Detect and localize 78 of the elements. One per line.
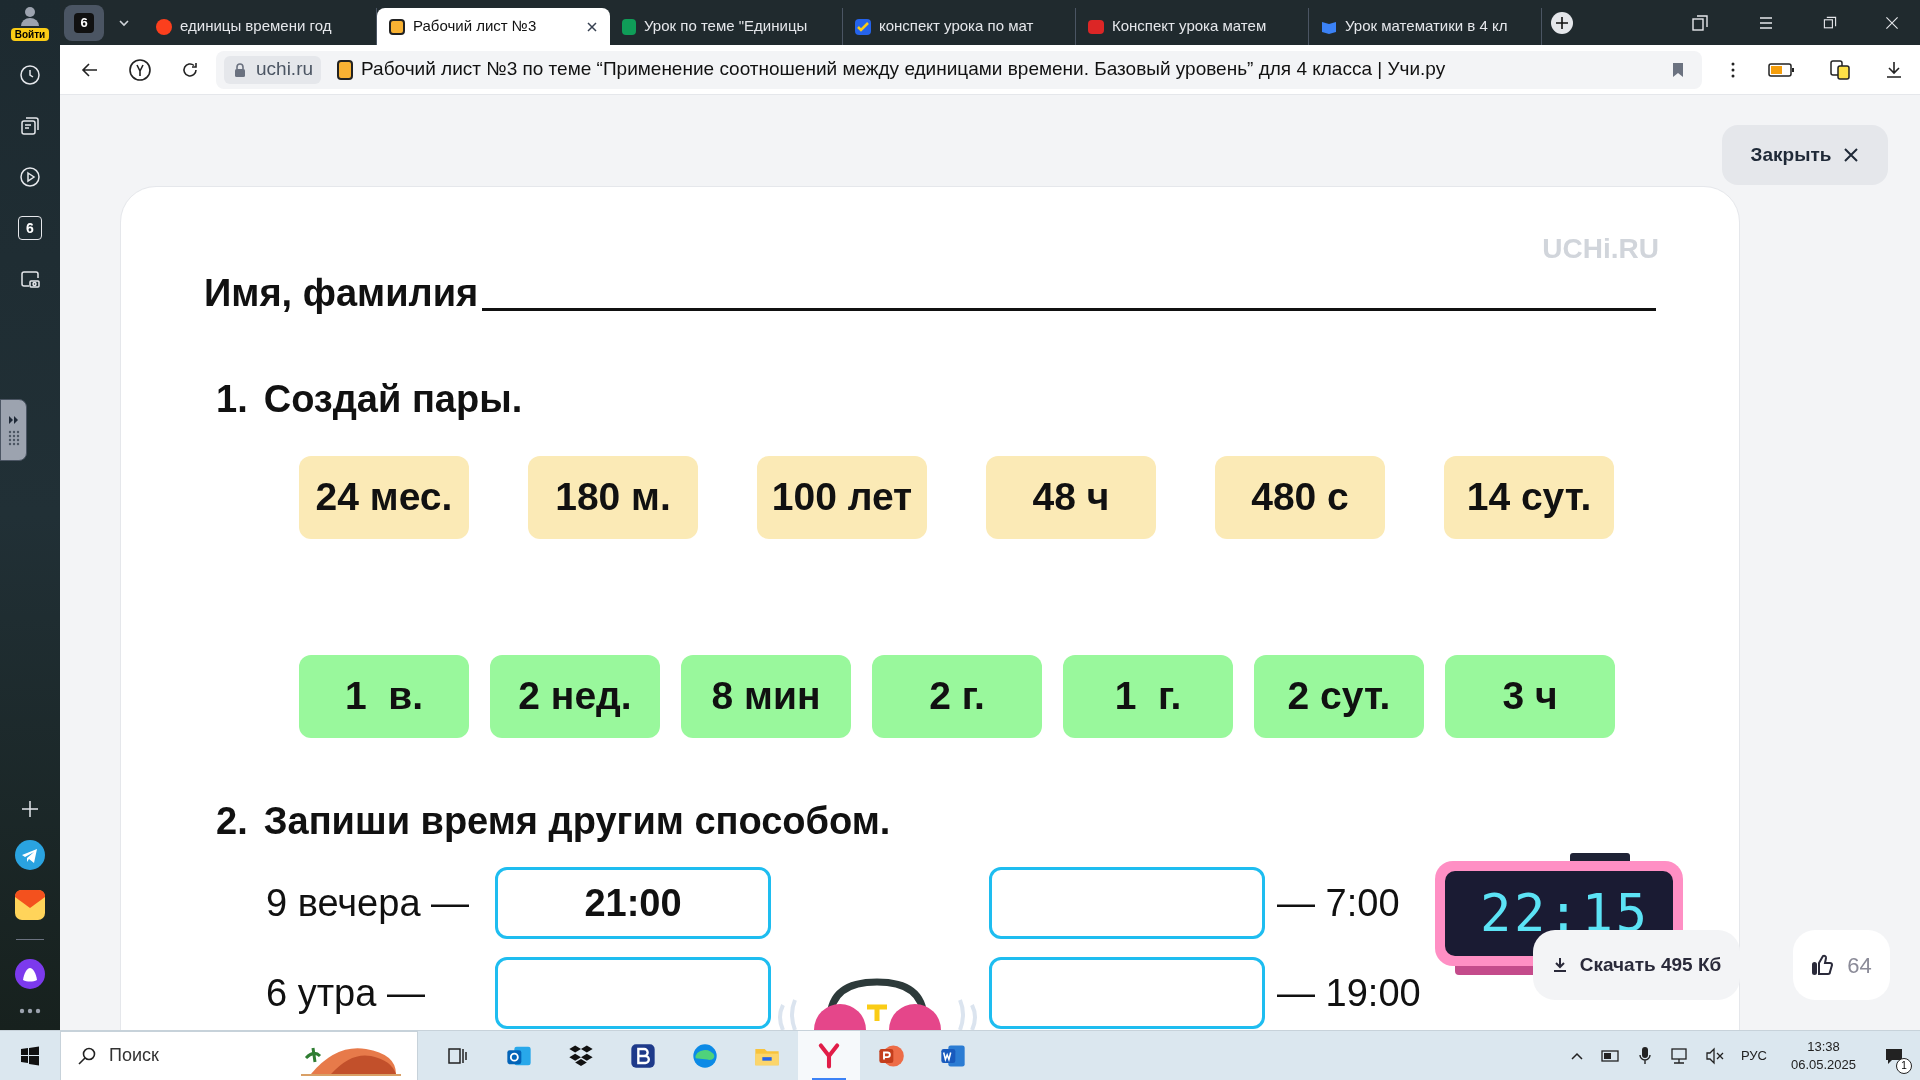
answer-card[interactable]: 8 мин xyxy=(681,655,851,738)
answer-card[interactable]: 2 сут. xyxy=(1254,655,1424,738)
download-icon[interactable] xyxy=(1884,59,1904,80)
answer-card[interactable]: 480 с xyxy=(1215,456,1385,539)
history-icon[interactable] xyxy=(18,63,42,87)
answer-card[interactable]: 24 мес. xyxy=(299,456,469,539)
tab-title: Урок по теме "Единицы xyxy=(644,16,809,37)
tab-title: единицы времени год xyxy=(180,16,333,37)
muted-speaker-icon[interactable] xyxy=(1704,1045,1725,1066)
yandex-favicon-icon xyxy=(156,18,172,35)
download-icon xyxy=(1551,957,1568,973)
search-field[interactable]: Поиск xyxy=(60,1030,418,1080)
network-icon[interactable] xyxy=(1668,1045,1689,1066)
answer-card[interactable]: 14 сут. xyxy=(1444,456,1614,539)
thumbs-up-icon xyxy=(1811,953,1836,977)
name-label: Имя, фамилия xyxy=(204,273,479,313)
time-label: 6 утра — xyxy=(266,970,426,1016)
mail-icon[interactable] xyxy=(14,889,46,921)
assistant-icon[interactable] xyxy=(14,958,46,990)
microphone-icon[interactable] xyxy=(1636,1045,1653,1066)
b-app-icon[interactable] xyxy=(629,1041,657,1070)
page-favicon-icon xyxy=(337,59,354,80)
tab-title: Конспект урока матем xyxy=(1112,16,1268,37)
battery-icon[interactable] xyxy=(1600,1049,1621,1062)
tab-title: конспект урока по мат xyxy=(879,16,1035,37)
close-button[interactable]: Закрыть xyxy=(1722,125,1888,185)
translate-icon[interactable] xyxy=(1828,57,1852,82)
task-title: Создай пары. xyxy=(263,376,523,422)
tab-title: Рабочий лист №3 xyxy=(413,16,538,37)
uchi-favicon-icon xyxy=(389,18,405,35)
answer-card[interactable]: 100 лет xyxy=(757,456,927,539)
close-icon[interactable] xyxy=(1884,14,1900,31)
time-label: 9 вечера — xyxy=(266,880,471,926)
task-number: 1. xyxy=(216,376,248,422)
tab-title: Урок математики в 4 кл xyxy=(1345,16,1509,37)
clock[interactable]: 13:38 06.05.2025 xyxy=(1790,1037,1856,1074)
browser-swirl-icon[interactable] xyxy=(691,1041,719,1070)
address-field[interactable]: uchi.ru Рабочий лист №3 по теме “Применение соотношений между единицами времени. Базовый уровень” для 4 класса | Учи.ру xyxy=(216,50,1702,89)
login-button[interactable]: Войти xyxy=(10,4,50,41)
answer-card[interactable]: 48 ч xyxy=(986,456,1156,539)
answer-card[interactable]: 3 ч xyxy=(1445,655,1615,738)
tab-count-button[interactable]: 6 xyxy=(64,4,104,41)
presentation-favicon-icon xyxy=(1088,19,1104,34)
y-logo-icon[interactable] xyxy=(128,57,152,82)
answer-card[interactable]: 180 м. xyxy=(528,456,698,539)
start-icon[interactable] xyxy=(20,1045,40,1066)
restore-window-icon[interactable] xyxy=(1822,14,1838,31)
telegram-icon[interactable] xyxy=(14,839,46,871)
language-indicator[interactable]: РУС xyxy=(1740,1045,1767,1066)
panel-handle[interactable] xyxy=(0,399,27,461)
play-icon[interactable] xyxy=(18,165,42,189)
task-number: 2. xyxy=(216,798,248,844)
browser-tab[interactable]: Рабочий лист №3 xyxy=(377,8,610,45)
page-title: Рабочий лист №3 по теме “Применение соотношений между единицами времени. Базовый уровень” для 4 класса | Учи.ру xyxy=(361,57,1446,82)
download-button[interactable]: Скачать 495 Кб xyxy=(1533,930,1740,1000)
new-tab-icon[interactable] xyxy=(1550,10,1574,35)
answer-card[interactable]: 2 нед. xyxy=(490,655,660,738)
search-icon xyxy=(77,1045,97,1066)
bookmark-icon[interactable] xyxy=(1670,61,1686,78)
lock-icon[interactable] xyxy=(232,61,248,78)
time-label: — 7:00 xyxy=(1277,880,1400,926)
task-title: Запиши время другим способом. xyxy=(263,798,891,844)
sheet-favicon-icon xyxy=(622,18,636,35)
time-label: — 19:00 xyxy=(1277,970,1421,1016)
battery-saver-icon[interactable] xyxy=(1768,61,1796,78)
answer-card[interactable]: 1 в. xyxy=(299,655,469,738)
collections-icon[interactable] xyxy=(18,114,42,138)
answer-card[interactable]: 2 г. xyxy=(872,655,1042,738)
tabs-overview-icon[interactable] xyxy=(1690,12,1710,33)
user-icon xyxy=(18,4,42,28)
close-icon xyxy=(1843,147,1860,163)
counter-badge[interactable]: 6 xyxy=(18,216,42,240)
close-tab-icon[interactable] xyxy=(586,20,598,33)
domain-text: uchi.ru xyxy=(256,57,314,82)
checkmark-favicon-icon xyxy=(855,18,871,35)
answer-card[interactable]: 1 г. xyxy=(1063,655,1233,738)
more-icon[interactable] xyxy=(18,1008,42,1014)
answer-box[interactable]: 21:00 xyxy=(495,867,771,939)
